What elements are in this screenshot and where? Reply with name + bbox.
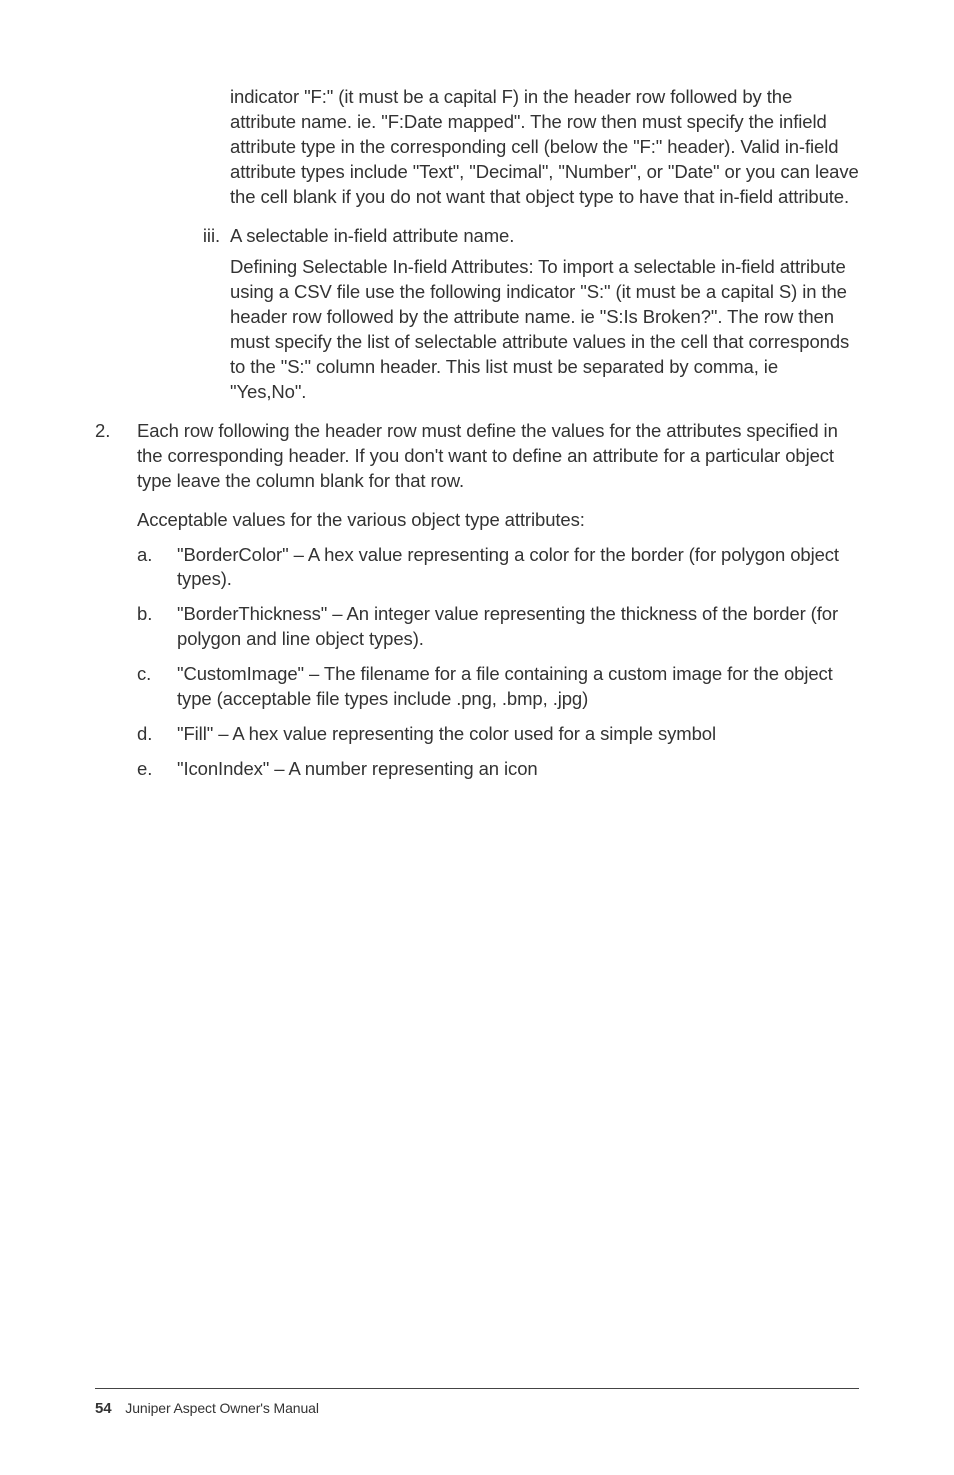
body-text: "BorderThickness" – An integer value rep…: [177, 602, 859, 652]
list-item-ii-continuation: indicator "F:" (it must be a capital F) …: [230, 85, 859, 210]
list-marker-alpha: d.: [137, 722, 177, 747]
list-item-d: d. "Fill" – A hex value representing the…: [137, 722, 859, 747]
body-text: "CustomImage" – The filename for a file …: [177, 662, 859, 712]
body-text: Acceptable values for the various object…: [137, 509, 585, 530]
list-item-e: e. "IconIndex" – A number representing a…: [137, 757, 859, 782]
list-item-2-paragraph: Acceptable values for the various object…: [137, 508, 859, 533]
list-marker-alpha: c.: [137, 662, 177, 712]
page-footer: 54 Juniper Aspect Owner's Manual: [95, 1388, 859, 1419]
list-marker-numeric: 2.: [95, 419, 137, 494]
body-text: "Fill" – A hex value representing the co…: [177, 722, 859, 747]
body-text: Defining Selectable In-field Attributes:…: [230, 256, 849, 402]
page-content: indicator "F:" (it must be a capital F) …: [95, 85, 859, 782]
body-text: A selectable in-field attribute name.: [230, 224, 859, 249]
list-marker-alpha: b.: [137, 602, 177, 652]
list-marker-roman: iii.: [200, 224, 230, 249]
list-item-iii-paragraph: Defining Selectable In-field Attributes:…: [230, 255, 859, 405]
list-item-a: a. "BorderColor" – A hex value represent…: [137, 543, 859, 593]
body-text: "BorderColor" – A hex value representing…: [177, 543, 859, 593]
footer-title: Juniper Aspect Owner's Manual: [125, 1400, 319, 1416]
body-text: "IconIndex" – A number representing an i…: [177, 757, 859, 782]
body-text: indicator "F:" (it must be a capital F) …: [230, 86, 859, 207]
list-item-iii: iii. A selectable in-field attribute nam…: [200, 224, 859, 249]
list-item-2: 2. Each row following the header row mus…: [95, 419, 859, 494]
list-item-c: c. "CustomImage" – The filename for a fi…: [137, 662, 859, 712]
list-marker-alpha: e.: [137, 757, 177, 782]
list-item-b: b. "BorderThickness" – An integer value …: [137, 602, 859, 652]
page-number: 54: [95, 1400, 112, 1417]
body-text: Each row following the header row must d…: [137, 419, 859, 494]
list-marker-alpha: a.: [137, 543, 177, 593]
